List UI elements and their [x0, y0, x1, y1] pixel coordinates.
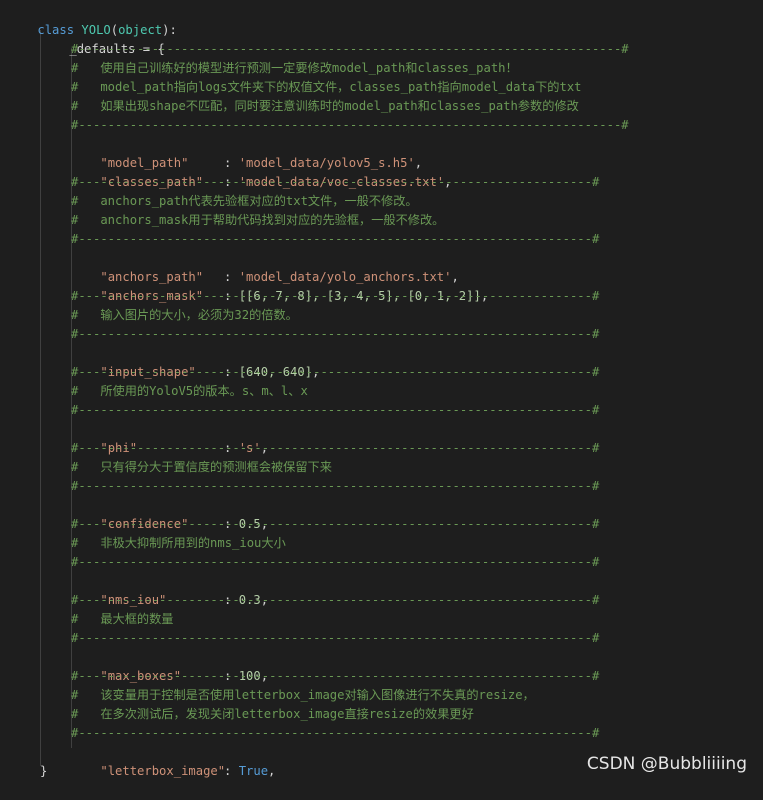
comment-rule: #---------------------------------------…	[71, 118, 629, 132]
dict-value: True	[238, 764, 269, 778]
comment-rule: #---------------------------------------…	[71, 593, 600, 607]
comment-rule: #---------------------------------------…	[71, 327, 600, 341]
comment-line: # 输入图片的大小，必须为32的倍数。	[71, 308, 298, 322]
comment-line: # 如果出现shape不匹配，同时要注意训练时的model_path和class…	[71, 99, 579, 113]
dict-comma: ,	[268, 764, 276, 778]
comment-rule: #---------------------------------------…	[71, 403, 600, 417]
comment-rule: #---------------------------------------…	[71, 175, 600, 189]
dict-colon: :	[224, 764, 239, 778]
dict-entry-model-path: "model_path": 'model_data/yolov5_s.h5',	[71, 135, 422, 170]
dict-comma: ,	[414, 156, 423, 170]
comment-line: # 只有得分大于置信度的预测框会被保留下来	[71, 460, 332, 474]
indent-guide-class	[40, 30, 41, 766]
code-editor[interactable]: class YOLO(object): _defaults = { #-----…	[0, 0, 763, 784]
dict-entry-confidence: "confidence": 0.5,	[71, 496, 268, 531]
dict-key: "letterbox_image"	[100, 764, 226, 778]
comment-rule: #---------------------------------------…	[71, 479, 600, 493]
dict-value: 'model_data/yolo_anchors.txt'	[238, 270, 452, 284]
comment-line: # 该变量用于控制是否使用letterbox_image对输入图像进行不失真的r…	[71, 688, 535, 702]
comment-line: # model_path指向logs文件夹下的权值文件，classes_path…	[71, 80, 582, 94]
dict-entry-input-shape: "input_shape": [640, 640],	[71, 344, 319, 379]
comment-rule: #---------------------------------------…	[71, 517, 600, 531]
comment-rule: #---------------------------------------…	[71, 669, 600, 683]
dict-entry-anchors-path: "anchors_path": 'model_data/yolo_anchors…	[71, 249, 458, 284]
comment-rule: #---------------------------------------…	[71, 42, 629, 56]
comment-rule: #---------------------------------------…	[71, 441, 600, 455]
dict-entry-classes-path: "classes_path": 'model_data/voc_classes.…	[71, 154, 451, 189]
comment-rule: #---------------------------------------…	[71, 726, 600, 740]
code-line-defaults: _defaults = {	[40, 21, 164, 56]
comment-rule: #---------------------------------------…	[71, 555, 600, 569]
closing-brace: }	[40, 764, 48, 778]
comment-rule: #---------------------------------------…	[71, 289, 600, 303]
comment-line: # 使用自己训练好的模型进行预测一定要修改model_path和classes_…	[71, 61, 518, 75]
dict-comma: ,	[451, 270, 459, 284]
comment-rule: #---------------------------------------…	[71, 232, 600, 246]
comment-rule: #---------------------------------------…	[71, 365, 600, 379]
comment-line: # anchors_path代表先验框对应的txt文件，一般不修改。	[71, 194, 418, 208]
dict-colon: :	[224, 156, 239, 170]
dict-entry-letterbox-image: "letterbox_image": True,	[71, 743, 275, 778]
dict-entry-nms-iou: "nms_iou": 0.3,	[71, 572, 268, 607]
code-line-class-decl: class YOLO(object):	[8, 2, 176, 37]
comment-line: # 在多次测试后，发现关闭letterbox_image直接resize的效果更…	[71, 707, 474, 721]
comment-line: # 非极大抑制所用到的nms_iou大小	[71, 536, 286, 550]
dict-entry-phi: "phi": 's',	[71, 420, 268, 455]
comment-line: # anchors_mask用于帮助代码找到对应的先验框，一般不修改。	[71, 213, 445, 227]
watermark: CSDN @Bubbliiiing	[586, 754, 747, 774]
dict-colon: :	[224, 270, 239, 284]
dict-entry-anchors-mask: "anchors_mask": [[6, 7, 8], [3, 4, 5], […	[71, 268, 488, 303]
comment-rule: #---------------------------------------…	[71, 631, 600, 645]
dict-entry-max-boxes: "max_boxes": 100,	[71, 648, 268, 683]
dict-value: 'model_data/yolov5_s.h5'	[238, 156, 415, 170]
comment-line: # 所使用的YoloV5的版本。s、m、l、x	[71, 384, 308, 398]
comment-line: # 最大框的数量	[71, 612, 174, 626]
